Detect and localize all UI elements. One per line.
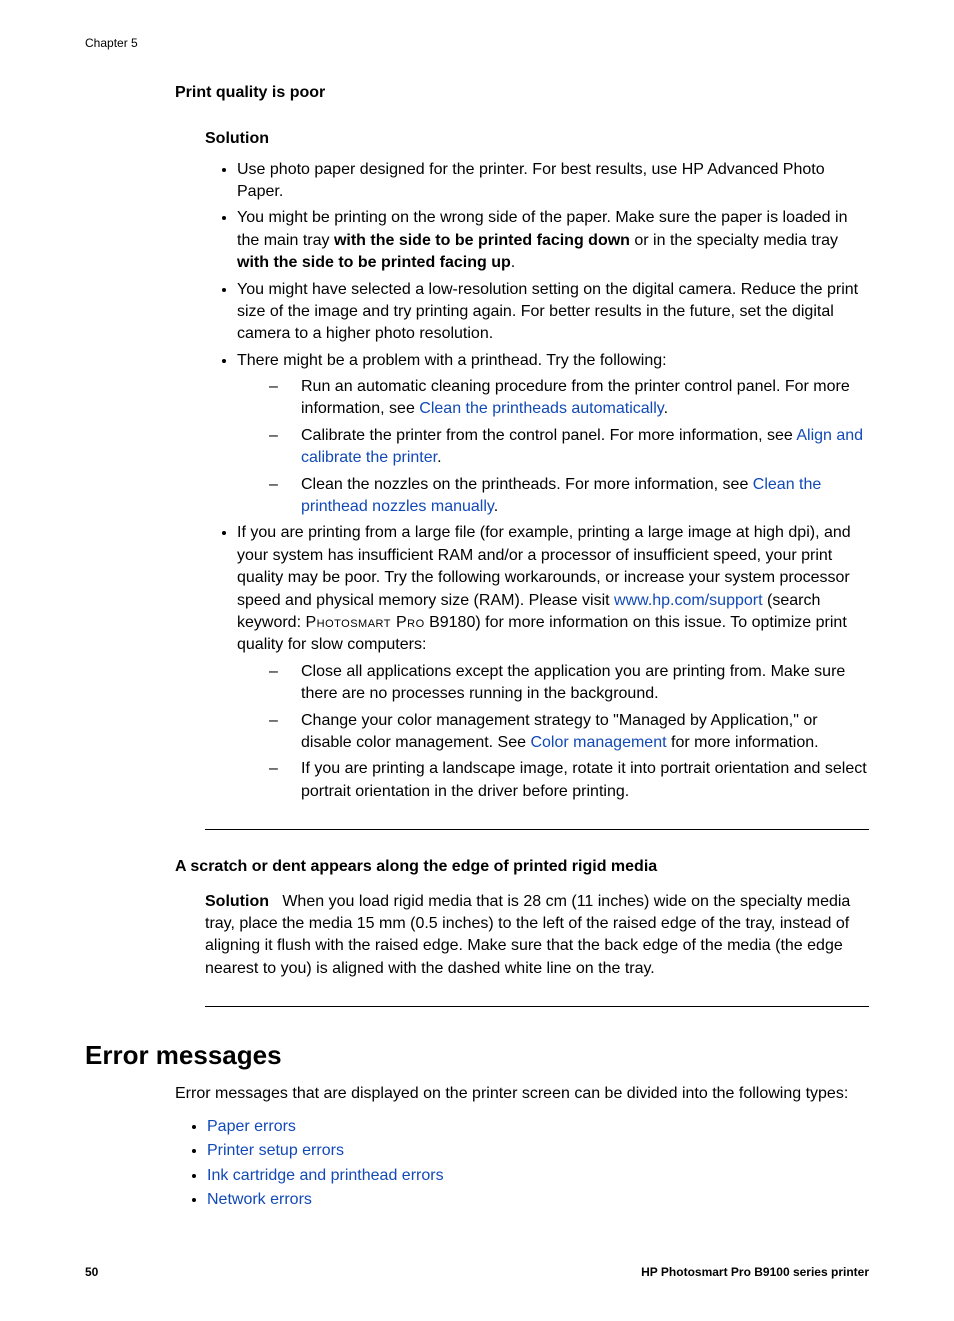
text: . — [511, 254, 515, 271]
problem-title: Print quality is poor — [175, 82, 869, 104]
sub-item: Calibrate the printer from the control p… — [269, 425, 869, 470]
text: . — [437, 449, 441, 466]
list-item: Network errors — [207, 1189, 869, 1211]
solution-item: There might be a problem with a printhea… — [237, 350, 869, 519]
list-item: Paper errors — [207, 1116, 869, 1138]
sub-item: Clean the nozzles on the printheads. For… — [269, 474, 869, 519]
text: Calibrate the printer from the control p… — [301, 427, 796, 444]
text: for more information. — [667, 734, 819, 751]
bold-text: with the side to be printed facing up — [237, 254, 511, 271]
solution-item: You might have selected a low-resolution… — [237, 279, 869, 346]
link-paper-errors[interactable]: Paper errors — [207, 1118, 296, 1135]
text: Clean the nozzles on the printheads. For… — [301, 476, 753, 493]
sub-item: Change your color management strategy to… — [269, 710, 869, 755]
sub-item: Run an automatic cleaning procedure from… — [269, 376, 869, 421]
solution-label-inline: Solution — [205, 893, 269, 910]
sub-item: If you are printing a landscape image, r… — [269, 758, 869, 803]
page-footer: 50 HP Photosmart Pro B9100 series printe… — [85, 1264, 869, 1281]
problem2-title: A scratch or dent appears along the edge… — [175, 856, 869, 878]
section-heading-error-messages: Error messages — [85, 1037, 869, 1073]
link-color-management[interactable]: Color management — [530, 734, 666, 751]
error-types-list: Paper errors Printer setup errors Ink ca… — [175, 1116, 869, 1212]
bold-text: with the side to be printed facing down — [334, 232, 630, 249]
link-printer-setup-errors[interactable]: Printer setup errors — [207, 1142, 344, 1159]
page-number: 50 — [85, 1264, 98, 1281]
link-clean-printheads[interactable]: Clean the printheads automatically — [419, 400, 663, 417]
text: . — [664, 400, 668, 417]
link-ink-cartridge-errors[interactable]: Ink cartridge and printhead errors — [207, 1167, 444, 1184]
solution-item: If you are printing from a large file (f… — [237, 522, 869, 803]
footer-title: HP Photosmart Pro B9100 series printer — [641, 1264, 869, 1281]
text: or in the specialty media tray — [630, 232, 838, 249]
solution-block: Solution When you load rigid media that … — [205, 891, 869, 981]
link-network-errors[interactable]: Network errors — [207, 1191, 312, 1208]
solution-item: You might be printing on the wrong side … — [237, 207, 869, 274]
chapter-label: Chapter 5 — [85, 35, 869, 52]
link-hp-support[interactable]: www.hp.com/support — [614, 592, 763, 609]
list-item: Ink cartridge and printhead errors — [207, 1165, 869, 1187]
text: There might be a problem with a printhea… — [237, 352, 667, 369]
separator — [205, 829, 869, 830]
sub-list: Close all applications except the applic… — [237, 661, 869, 803]
sub-item: Close all applications except the applic… — [269, 661, 869, 706]
solution-label: Solution — [205, 128, 869, 150]
sub-list: Run an automatic cleaning procedure from… — [237, 376, 869, 518]
smallcaps-text: Photosmart Pro — [305, 614, 424, 631]
list-item: Printer setup errors — [207, 1140, 869, 1162]
section-intro: Error messages that are displayed on the… — [175, 1083, 869, 1105]
solution-body: When you load rigid media that is 28 cm … — [205, 893, 850, 977]
solution-item: Use photo paper designed for the printer… — [237, 159, 869, 204]
text: . — [494, 498, 498, 515]
separator — [205, 1006, 869, 1007]
solution-list: Use photo paper designed for the printer… — [205, 159, 869, 804]
